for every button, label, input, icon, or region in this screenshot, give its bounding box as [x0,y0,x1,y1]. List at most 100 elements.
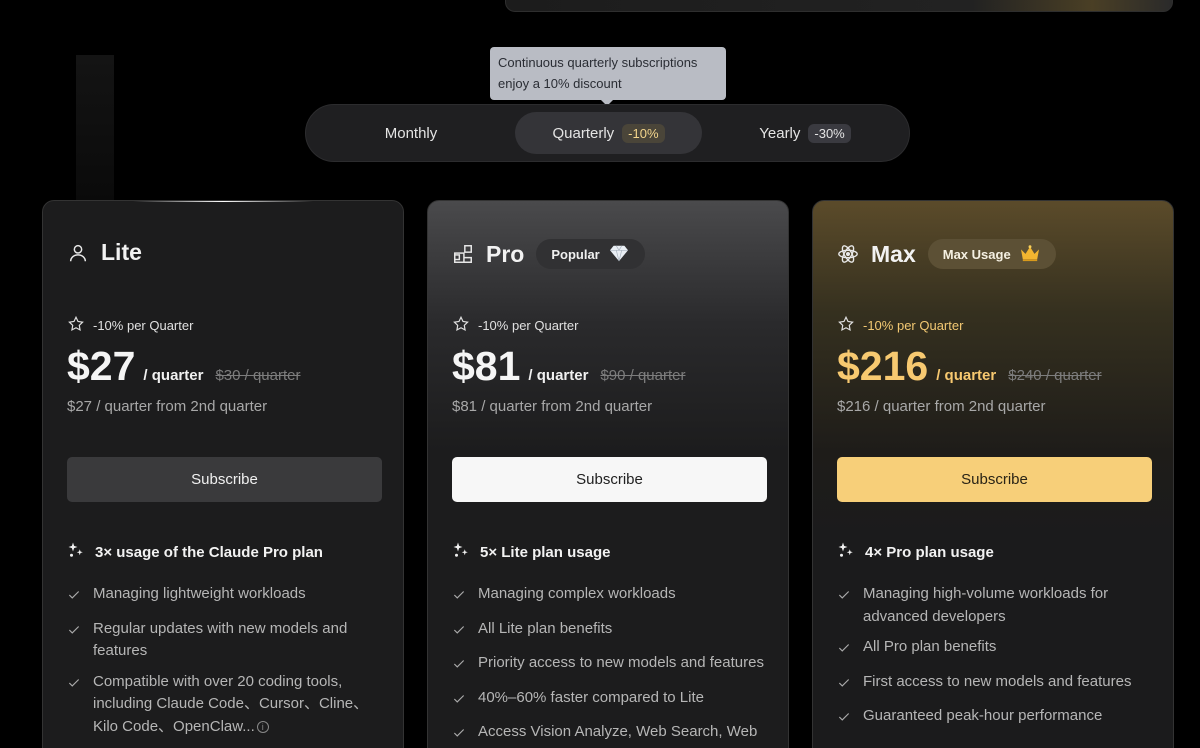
usage-summary: 4× Pro plan usage [837,541,994,563]
feature-text: All Pro plan benefits [863,638,997,655]
feature-list: Managing lightweight workloads Regular u… [67,583,382,746]
feature-text: Regular updates with new models and feat… [93,619,348,660]
feature-text: Guaranteed peak-hour performance [863,707,1103,724]
discount-label: -10% per Quarter [93,318,194,333]
feature-text: Priority access to new models and featur… [478,654,764,671]
top-banner [505,0,1173,12]
check-icon [452,691,466,714]
check-icon [452,587,466,610]
star-icon [67,315,85,336]
list-item: Managing high-volume workloads for advan… [837,583,1152,628]
billing-option-yearly[interactable]: Yearly -30% [710,112,900,154]
renewal-price: $27 / quarter from 2nd quarter [67,398,268,415]
feature-text: Compatible with over 20 coding tools, in… [93,672,369,735]
original-price: $240 / quarter [1008,367,1102,384]
discount-row: -10% per Quarter [452,315,578,336]
tooltip-line-1: Continuous quarterly subscriptions [498,55,698,70]
price-period: / quarter [936,367,997,384]
info-icon[interactable]: i [256,720,269,733]
list-item: Managing complex workloads [452,583,767,610]
plan-card-lite: Lite -10% per Quarter $27 / quarter $30 … [42,200,404,748]
price-period: / quarter [528,367,589,384]
price-period: / quarter [143,367,204,384]
plan-header: Max Max Usage [837,239,1056,269]
crown-icon [1019,244,1041,265]
price-row: $81 / quarter $90 / quarter [452,343,686,390]
list-item: Priority access to new models and featur… [452,652,767,679]
check-icon [67,587,81,610]
plan-card-max: Max Max Usage -10% per Quarter $216 / qu… [812,200,1174,748]
plan-name: Lite [101,239,142,265]
feature-list: Managing complex workloads All Lite plan… [452,583,767,748]
check-icon [452,725,466,748]
check-icon [452,622,466,645]
discount-badge: -10% [622,123,665,143]
tooltip-line-2: enjoy a 10% discount [498,76,622,91]
check-icon [67,675,81,739]
card-glow [133,201,313,202]
price: $27 [67,343,136,389]
feature-text: Managing complex workloads [478,585,676,602]
diamond-icon [608,244,630,265]
discount-label: -10% per Quarter [863,318,964,333]
renewal-price: $81 / quarter from 2nd quarter [452,398,653,415]
price-row: $216 / quarter $240 / quarter [837,343,1102,390]
discount-label: -10% per Quarter [478,318,579,333]
list-item: 40%–60% faster compared to Lite [452,687,767,714]
list-item: All Pro plan benefits [837,636,1152,663]
sparkle-icon [452,541,470,563]
feature-text: Managing high-volume workloads for advan… [863,585,1109,625]
feature-text: First access to new models and features [863,672,1132,690]
check-icon [67,622,81,663]
feature-list: Managing high-volume workloads for advan… [837,583,1152,740]
discount-tooltip: Continuous quarterly subscriptions enjoy… [490,47,726,106]
feature-text: Access Vision Analyze, Web Search, Web [478,723,758,740]
discount-row: -10% per Quarter [837,315,963,336]
decorative-background [76,55,114,205]
usage-summary: 5× Lite plan usage [452,541,610,563]
feature-text: Managing lightweight workloads [93,585,306,602]
feature-text: All Lite plan benefits [478,619,613,637]
original-price: $30 / quarter [215,367,301,384]
popular-badge: Popular [536,239,645,269]
feature-text: 40%–60% faster compared to Lite [478,688,704,706]
billing-option-label: Monthly [384,124,438,142]
check-icon [452,656,466,679]
star-icon [837,315,855,336]
usage-text: 3× usage of the Claude Pro plan [95,543,323,561]
star-icon [452,315,470,336]
check-icon [837,640,851,663]
check-icon [837,709,851,732]
usage-summary: 3× usage of the Claude Pro plan [67,541,323,563]
check-icon [837,587,851,628]
price: $81 [452,343,521,389]
billing-period-toggle: Monthly Quarterly -10% Yearly -30% [305,104,910,162]
billing-option-monthly[interactable]: Monthly [316,112,506,154]
usage-text: 5× Lite plan usage [480,543,611,561]
billing-option-quarterly[interactable]: Quarterly -10% [515,112,702,154]
atom-icon [837,243,859,265]
original-price: $90 / quarter [600,367,686,384]
list-item: First access to new models and features [837,671,1152,698]
subscribe-button[interactable]: Subscribe [452,457,767,502]
blocks-icon [452,243,474,265]
max-usage-badge: Max Usage [927,239,1056,269]
list-item: All Lite plan benefits [452,618,767,645]
user-icon [67,242,89,264]
subscribe-button[interactable]: Subscribe [837,457,1152,502]
billing-option-label: Yearly [759,124,801,142]
discount-row: -10% per Quarter [67,315,193,336]
check-icon [837,675,851,698]
renewal-price: $216 / quarter from 2nd quarter [837,398,1046,415]
list-item: Regular updates with new models and feat… [67,618,382,663]
plan-name: Pro [486,240,525,267]
plan-header: Pro Popular [452,239,645,269]
list-item: Access Vision Analyze, Web Search, Web [452,721,767,748]
plan-name: Max [871,240,916,267]
plan-header: Lite [67,239,142,266]
badge-label: Max Usage [942,246,1011,262]
price-row: $27 / quarter $30 / quarter [67,343,301,390]
sparkle-icon [67,541,85,563]
discount-badge: -30% [808,123,851,143]
subscribe-button[interactable]: Subscribe [67,457,382,502]
